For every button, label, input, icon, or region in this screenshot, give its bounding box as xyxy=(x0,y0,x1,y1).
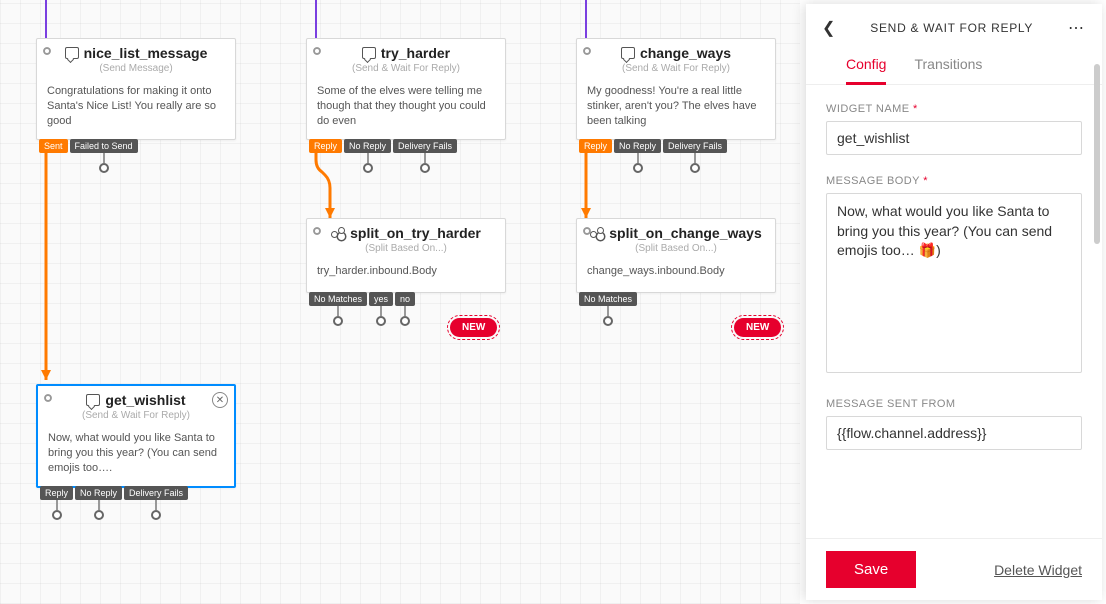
widget-try-harder[interactable]: try_harder (Send & Wait For Reply) Some … xyxy=(306,38,506,140)
widget-subtitle: (Send & Wait For Reply) xyxy=(38,410,234,425)
transition-delivery-fails[interactable]: Delivery Fails xyxy=(124,486,188,500)
scrollbar[interactable] xyxy=(1094,64,1100,244)
transition-delivery-fails[interactable]: Delivery Fails xyxy=(393,139,457,153)
widget-in-port[interactable] xyxy=(43,47,51,55)
transition-reply[interactable]: Reply xyxy=(579,139,612,153)
save-button[interactable]: Save xyxy=(826,551,916,588)
widget-body: Congratulations for making it onto Santa… xyxy=(37,78,235,139)
widget-body: change_ways.inbound.Body xyxy=(577,258,775,292)
add-transition-button[interactable]: NEW xyxy=(734,318,781,337)
widget-in-port[interactable] xyxy=(44,394,52,402)
config-sidebar: ❮ SEND & WAIT FOR REPLY ⋯ Config Transit… xyxy=(806,4,1102,600)
transition-no-matches[interactable]: No Matches xyxy=(579,292,637,306)
widget-body: Some of the elves were telling me though… xyxy=(307,78,505,139)
widget-in-port[interactable] xyxy=(313,47,321,55)
add-transition-button[interactable]: NEW xyxy=(450,318,497,337)
widget-subtitle: (Split Based On...) xyxy=(307,243,505,258)
transition-sent[interactable]: Sent xyxy=(39,139,68,153)
tab-transitions[interactable]: Transitions xyxy=(914,48,982,84)
widget-in-port[interactable] xyxy=(313,227,321,235)
widget-body: Now, what would you like Santa to bring … xyxy=(38,425,234,486)
widget-name-label: WIDGET NAME * xyxy=(826,103,1082,115)
message-icon xyxy=(65,47,79,59)
split-icon xyxy=(590,227,604,239)
widget-nice-list-message[interactable]: nice_list_message (Send Message) Congrat… xyxy=(36,38,236,140)
widget-change-ways[interactable]: change_ways (Send & Wait For Reply) My g… xyxy=(576,38,776,140)
widget-body: My goodness! You're a real little stinke… xyxy=(577,78,775,139)
widget-body: try_harder.inbound.Body xyxy=(307,258,505,292)
message-icon xyxy=(86,394,100,406)
widget-subtitle: (Send & Wait For Reply) xyxy=(577,63,775,78)
message-sent-from-input[interactable] xyxy=(826,416,1082,450)
transition-no-reply[interactable]: No Reply xyxy=(344,139,391,153)
transition-no-matches[interactable]: No Matches xyxy=(309,292,367,306)
transition-yes[interactable]: yes xyxy=(369,292,393,306)
message-sent-from-label: MESSAGE SENT FROM xyxy=(826,398,1082,410)
transition-no-reply[interactable]: No Reply xyxy=(614,139,661,153)
split-icon xyxy=(331,227,345,239)
flow-canvas[interactable]: nice_list_message (Send Message) Congrat… xyxy=(0,0,800,604)
tab-config[interactable]: Config xyxy=(846,48,886,85)
transition-reply[interactable]: Reply xyxy=(309,139,342,153)
widget-title: get_wishlist xyxy=(105,392,185,408)
close-icon[interactable]: ✕ xyxy=(212,392,228,408)
widget-subtitle: (Send & Wait For Reply) xyxy=(307,63,505,78)
widget-title: try_harder xyxy=(381,45,450,61)
transition-reply[interactable]: Reply xyxy=(40,486,73,500)
widget-subtitle: (Send Message) xyxy=(37,63,235,78)
transition-no[interactable]: no xyxy=(395,292,415,306)
widget-split-try-harder[interactable]: split_on_try_harder (Split Based On...) … xyxy=(306,218,506,293)
message-icon xyxy=(621,47,635,59)
back-button[interactable]: ❮ xyxy=(822,18,835,38)
delete-widget-link[interactable]: Delete Widget xyxy=(994,562,1082,578)
widget-name-input[interactable] xyxy=(826,121,1082,155)
sidebar-title: SEND & WAIT FOR REPLY xyxy=(870,21,1033,35)
message-body-input[interactable] xyxy=(826,193,1082,373)
widget-title: split_on_change_ways xyxy=(609,225,762,241)
widget-split-change-ways[interactable]: split_on_change_ways (Split Based On...)… xyxy=(576,218,776,293)
transition-delivery-fails[interactable]: Delivery Fails xyxy=(663,139,727,153)
widget-title: nice_list_message xyxy=(84,45,208,61)
transition-failed[interactable]: Failed to Send xyxy=(70,139,138,153)
transition-no-reply[interactable]: No Reply xyxy=(75,486,122,500)
sidebar-tabs: Config Transitions xyxy=(806,48,1102,85)
widget-in-port[interactable] xyxy=(583,47,591,55)
widget-title: split_on_try_harder xyxy=(350,225,481,241)
widget-get-wishlist[interactable]: get_wishlist ✕ (Send & Wait For Reply) N… xyxy=(36,384,236,488)
message-body-label: MESSAGE BODY * xyxy=(826,175,1082,187)
more-icon[interactable]: ⋯ xyxy=(1068,18,1086,38)
widget-subtitle: (Split Based On...) xyxy=(577,243,775,258)
widget-title: change_ways xyxy=(640,45,731,61)
message-icon xyxy=(362,47,376,59)
